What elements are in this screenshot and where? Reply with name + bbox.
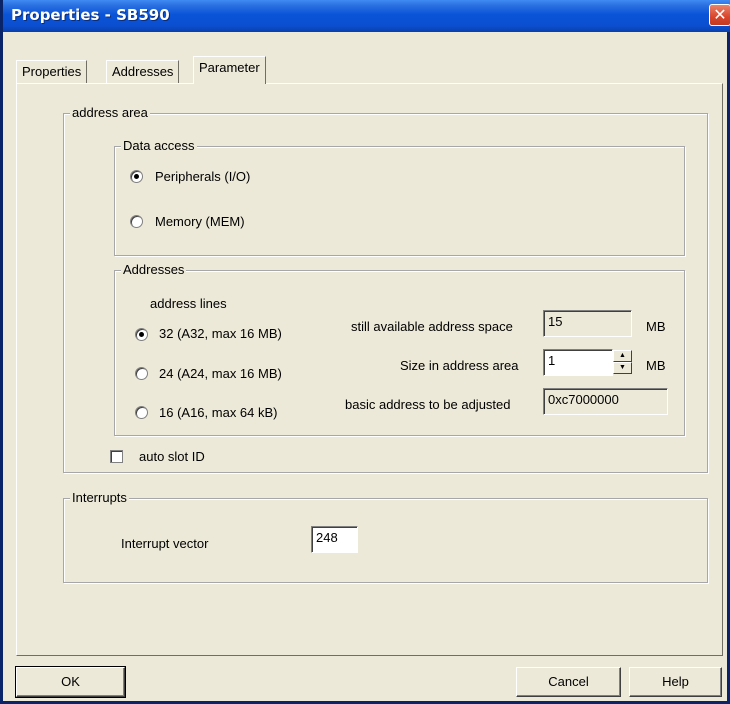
size-unit: MB [646, 358, 666, 373]
auto-slot-id-checkbox[interactable] [110, 450, 123, 463]
addresses-legend: Addresses [121, 262, 187, 277]
parameter-tab-panel: address area Data access Peripherals (I/… [16, 83, 723, 656]
available-space-label: still available address space [351, 319, 513, 334]
tab-parameter-label: Parameter [199, 60, 260, 75]
tab-properties[interactable]: Properties [16, 60, 88, 83]
radio-selected-dot [134, 174, 139, 179]
tab-properties-label: Properties [22, 64, 82, 79]
cancel-button[interactable]: Cancel [516, 667, 621, 697]
a24-radio[interactable] [135, 367, 148, 380]
address-area-group: address area Data access Peripherals (I/… [63, 105, 708, 473]
interrupts-legend: Interrupts [70, 490, 129, 505]
window-title: Properties - SB590 [11, 6, 170, 24]
tab-parameter[interactable]: Parameter [193, 56, 266, 84]
a16-radio[interactable] [135, 406, 148, 419]
close-icon[interactable]: ✕ [709, 4, 730, 26]
memory-label[interactable]: Memory (MEM) [155, 214, 245, 229]
spin-up-icon[interactable]: ▲ [613, 350, 632, 362]
properties-dialog: Properties - SB590 ✕ Properties Addresse… [0, 0, 730, 704]
a32-radio[interactable] [135, 328, 148, 341]
size-field[interactable]: 1 [543, 349, 613, 376]
a32-label[interactable]: 32 (A32, max 16 MB) [159, 326, 282, 341]
title-bar[interactable]: Properties - SB590 ✕ [3, 0, 730, 32]
auto-slot-id-label[interactable]: auto slot ID [139, 449, 205, 464]
address-lines-label: address lines [150, 296, 227, 311]
peripherals-label[interactable]: Peripherals (I/O) [155, 169, 250, 184]
addresses-group: Addresses address lines 32 (A32, max 16 … [114, 262, 685, 436]
size-label: Size in address area [400, 358, 519, 373]
help-button[interactable]: Help [629, 667, 722, 697]
size-spinner[interactable]: ▲ ▼ [613, 350, 632, 375]
ok-button[interactable]: OK [15, 666, 126, 698]
peripherals-radio[interactable] [130, 170, 143, 183]
data-access-legend: Data access [121, 138, 197, 153]
basic-address-label: basic address to be adjusted [345, 397, 511, 412]
data-access-group: Data access Peripherals (I/O) Memory (ME… [114, 138, 685, 256]
tab-addresses-label: Addresses [112, 64, 174, 79]
basic-address-field: 0xc7000000 [543, 388, 668, 415]
available-space-unit: MB [646, 319, 666, 334]
interrupt-vector-field[interactable]: 248 [311, 526, 358, 553]
memory-radio[interactable] [130, 215, 143, 228]
tab-addresses[interactable]: Addresses [106, 60, 180, 83]
available-space-field: 15 [543, 310, 632, 337]
a24-label[interactable]: 24 (A24, max 16 MB) [159, 366, 282, 381]
address-area-legend: address area [70, 105, 150, 120]
interrupts-group: Interrupts Interrupt vector 248 [63, 490, 708, 583]
a16-label[interactable]: 16 (A16, max 64 kB) [159, 405, 278, 420]
spin-down-icon[interactable]: ▼ [613, 362, 632, 374]
interrupt-vector-label: Interrupt vector [121, 536, 209, 551]
radio-selected-dot [139, 332, 144, 337]
